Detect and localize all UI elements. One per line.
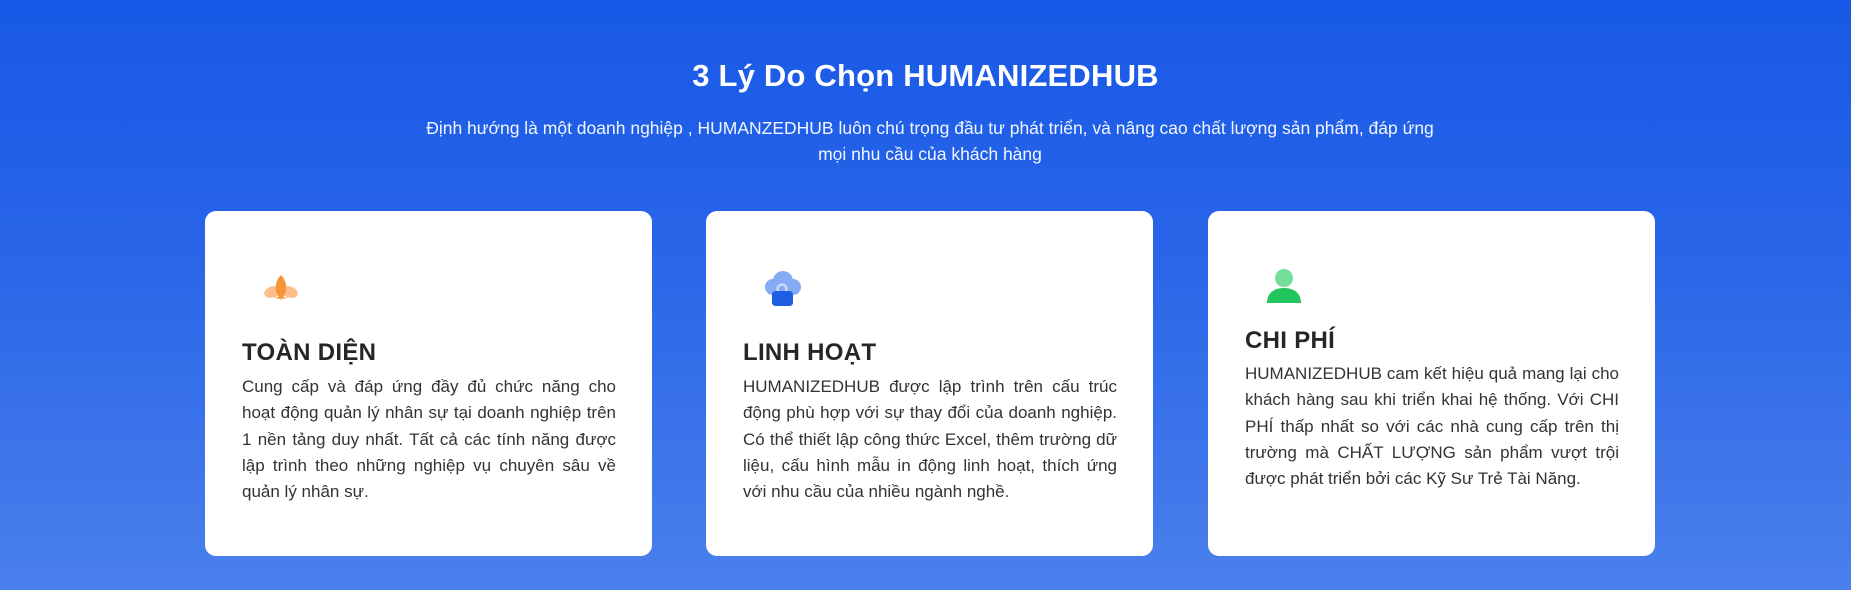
card-linh-hoat: LINH HOẠT HUMANIZEDHUB được lập trình tr… [706,211,1153,556]
user-icon [1262,265,1306,309]
card-title: TOÀN DIỆN [242,339,377,366]
card-description: HUMANIZEDHUB được lập trình trên cấu trú… [743,377,1117,502]
card-chi-phi: CHI PHÍ HUMANIZEDHUB cam kết hiệu quả ma… [1208,211,1655,556]
reasons-section: 3 Lý Do Chọn HUMANIZEDHUB Định hướng là … [0,0,1851,590]
card-description: Cung cấp và đáp ứng đầy đủ chức năng cho… [242,377,616,502]
lotus-icon [259,267,303,311]
cloud-lock-icon [760,267,804,311]
section-subtitle: Định hướng là một doanh nghiệp , HUMANZE… [426,118,1434,164]
card-description: HUMANIZEDHUB cam kết hiệu quả mang lại c… [1245,364,1619,489]
section-title: 3 Lý Do Chọn HUMANIZEDHUB [692,58,1159,93]
reason-cards: TOÀN DIỆN Cung cấp và đáp ứng đầy đủ chứ… [0,211,1851,557]
card-title: CHI PHÍ [1245,327,1336,354]
card-toan-dien: TOÀN DIỆN Cung cấp và đáp ứng đầy đủ chứ… [205,211,652,556]
card-title: LINH HOẠT [743,339,877,366]
